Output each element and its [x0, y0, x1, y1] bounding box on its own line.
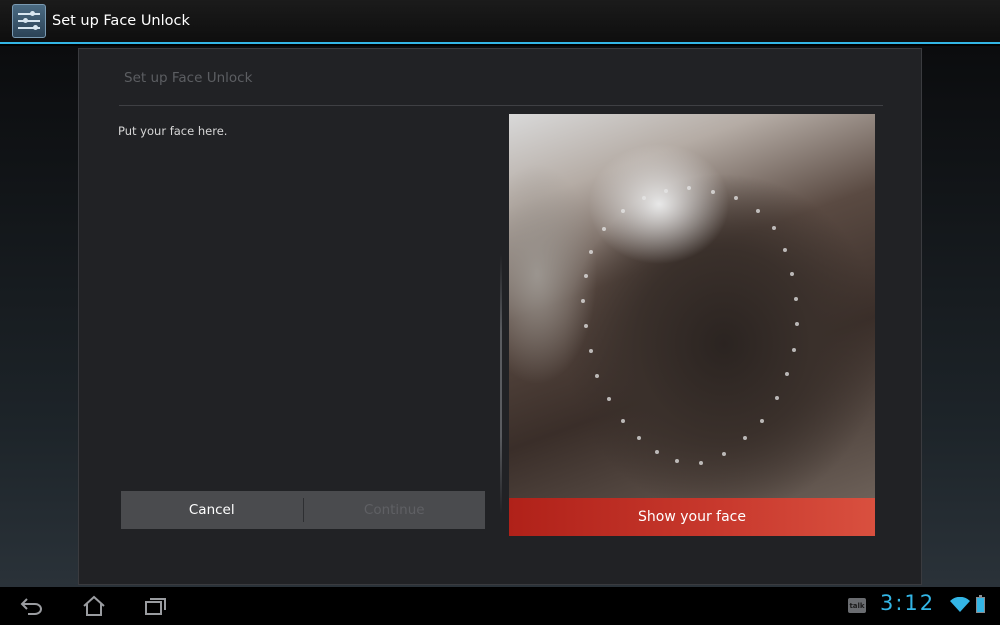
face-status-banner: Show your face [509, 498, 875, 536]
dialog-button-bar: Cancel Continue [121, 491, 485, 529]
battery-icon [976, 595, 985, 613]
wifi-icon [950, 597, 970, 612]
panel-divider [500, 254, 502, 514]
settings-sliders-icon[interactable] [12, 4, 46, 38]
status-clock[interactable]: 3:12 [880, 591, 935, 615]
system-bar: talk 3:12 [0, 587, 1000, 625]
talk-notification-icon[interactable]: talk [848, 598, 866, 613]
instruction-text: Put your face here. [118, 124, 228, 138]
dialog-title: Set up Face Unlock [124, 70, 253, 86]
camera-preview: Show your face [509, 114, 875, 536]
cancel-button[interactable]: Cancel [121, 491, 303, 529]
camera-feed-image [509, 114, 875, 498]
back-icon[interactable] [17, 593, 47, 619]
action-bar-title: Set up Face Unlock [52, 13, 190, 29]
face-unlock-dialog: Set up Face Unlock Put your face here. S… [78, 48, 922, 585]
recent-apps-icon[interactable] [141, 593, 171, 619]
continue-button[interactable]: Continue [304, 491, 486, 529]
home-icon[interactable] [79, 593, 109, 619]
action-bar: Set up Face Unlock [0, 0, 1000, 44]
dialog-divider [119, 105, 883, 106]
